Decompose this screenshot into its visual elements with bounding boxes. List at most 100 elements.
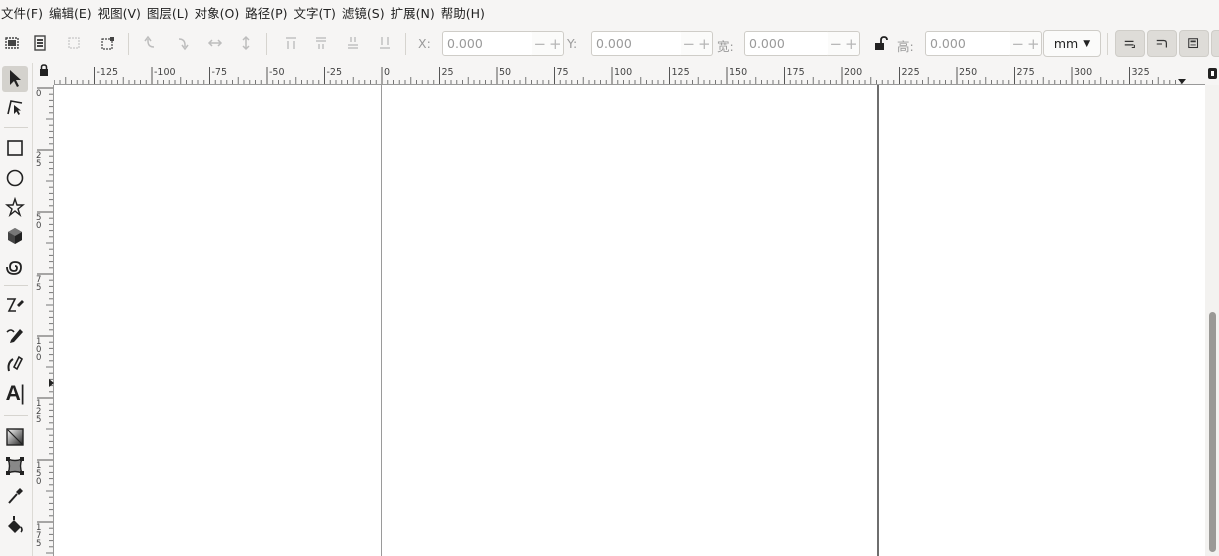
text-tool[interactable]: A| [2,381,28,407]
ruler-corner[interactable] [33,63,54,85]
menu-help[interactable]: 帮助(H) [441,3,491,22]
height-label: 高: [897,39,914,54]
scrollbar-thumb[interactable] [1209,312,1216,552]
selector-tool[interactable] [2,66,28,92]
lower-icon[interactable] [342,32,364,54]
menu-path[interactable]: 路径(P) [245,3,293,22]
x-stepper[interactable]: − + [532,31,564,56]
ruler-label-digit: 5 [36,283,41,293]
ruler-label-digit: 0 [36,477,41,487]
cube-icon [5,226,25,249]
arrow-icon [5,68,25,91]
menu-file[interactable]: 文件(F) [1,3,49,22]
ruler-label: -100 [154,67,176,78]
ruler-label: -50 [269,67,285,78]
y-stepper[interactable]: − + [681,31,713,56]
unit-select[interactable]: mm ▼ [1043,30,1101,57]
select-all-layers-icon[interactable] [29,32,51,54]
3dbox-tool[interactable] [2,224,28,250]
ruler-label: 0 [384,67,390,78]
mesh-tool[interactable] [2,454,28,480]
height-stepper[interactable]: − + [1010,31,1042,56]
gradient-tool[interactable] [2,425,28,451]
y-label: Y: [567,36,578,51]
bezier-pen-icon [5,295,25,318]
menu-filters[interactable]: 滤镜(S) [342,3,391,22]
ruler-label: -75 [212,67,228,78]
ruler-right-corner [1205,63,1219,85]
flip-horizontal-icon[interactable] [204,32,226,54]
rect-tool[interactable] [2,136,28,162]
scale-corners-toggle[interactable] [1147,30,1177,57]
star-tool[interactable] [2,195,28,221]
menu-extensions[interactable]: 扩展(N) [391,3,441,22]
raise-to-top-icon[interactable] [280,32,302,54]
dropper-tool[interactable] [2,483,28,509]
touch-select-icon[interactable] [97,32,119,54]
ruler-label-digit: 5 [36,539,41,549]
menu-object[interactable]: 对象(O) [195,3,246,22]
lower-to-bottom-icon[interactable] [374,32,396,54]
x-label: X: [418,36,431,51]
ruler-label-digit: 0 [36,353,41,363]
menu-view[interactable]: 视图(V) [98,3,147,22]
ruler-cursor-marker [1178,79,1186,84]
select-all-icon[interactable] [1,32,23,54]
calligraphy-icon [5,353,25,376]
pencil-tool[interactable] [2,322,28,348]
horizontal-ruler[interactable]: -125 -100 -75 -50 -25 0 25 50 75 100 125 150 175 200 2… [54,63,1205,85]
ruler-label: 275 [1017,67,1035,78]
deselect-icon[interactable] [63,32,85,54]
calligraphy-tool[interactable] [2,351,28,377]
circle-icon [5,168,25,191]
width-field[interactable]: 0.000 [744,31,830,56]
ruler-label-digit: 0 [36,221,41,231]
node-tool[interactable] [2,95,28,121]
width-stepper[interactable]: − + [828,31,860,56]
mesh-icon [5,456,25,479]
ruler-label: 150 [729,67,747,78]
ruler-label: -125 [97,67,119,78]
text-icon: A| [5,382,26,405]
paint-bucket-tool[interactable] [2,512,28,538]
ruler-label: 200 [844,67,862,78]
rotate-ccw-icon[interactable] [140,32,162,54]
transform-patterns-toggle[interactable] [1211,30,1219,57]
gradient-icon [5,427,25,450]
scale-stroke-toggle[interactable] [1115,30,1145,57]
menu-text[interactable]: 文字(T) [294,3,342,22]
ruler-label: 25 [442,67,454,78]
ruler-label: 250 [959,67,977,78]
ruler-label: 325 [1132,67,1150,78]
rotate-cw-icon[interactable] [172,32,194,54]
y-field[interactable]: 0.000 [591,31,683,56]
vertical-ruler[interactable]: 0255075100125150175 [33,85,54,556]
page-right-edge [877,85,879,556]
node-icon [5,97,25,120]
ruler-label: 50 [499,67,511,78]
unit-value: mm [1053,36,1079,51]
raise-icon[interactable] [310,32,332,54]
spiral-tool[interactable] [2,254,28,280]
ruler-label: 125 [672,67,690,78]
ruler-label: -25 [327,67,343,78]
menu-edit[interactable]: 编辑(E) [49,3,98,22]
width-label: 宽: [717,39,734,54]
ellipse-tool[interactable] [2,166,28,192]
x-field[interactable]: 0.000 [442,31,534,56]
spiral-icon [5,256,25,279]
lock-icon[interactable] [869,32,891,54]
transform-gradients-toggle[interactable] [1179,30,1209,57]
drawing-canvas[interactable] [54,85,1205,556]
bucket-icon [5,514,25,537]
ruler-label: 175 [787,67,805,78]
height-field[interactable]: 0.000 [925,31,1012,56]
ruler-label: 225 [902,67,920,78]
ruler-label: 75 [557,67,569,78]
chevron-down-icon: ▼ [1083,38,1091,49]
ruler-label: 100 [614,67,632,78]
bezier-tool[interactable] [2,293,28,319]
menu-bar: 文件(F) 编辑(E) 视图(V) 图层(L) 对象(O) 路径(P) 文字(T… [0,0,1219,25]
menu-layer[interactable]: 图层(L) [147,3,195,22]
flip-vertical-icon[interactable] [235,32,257,54]
